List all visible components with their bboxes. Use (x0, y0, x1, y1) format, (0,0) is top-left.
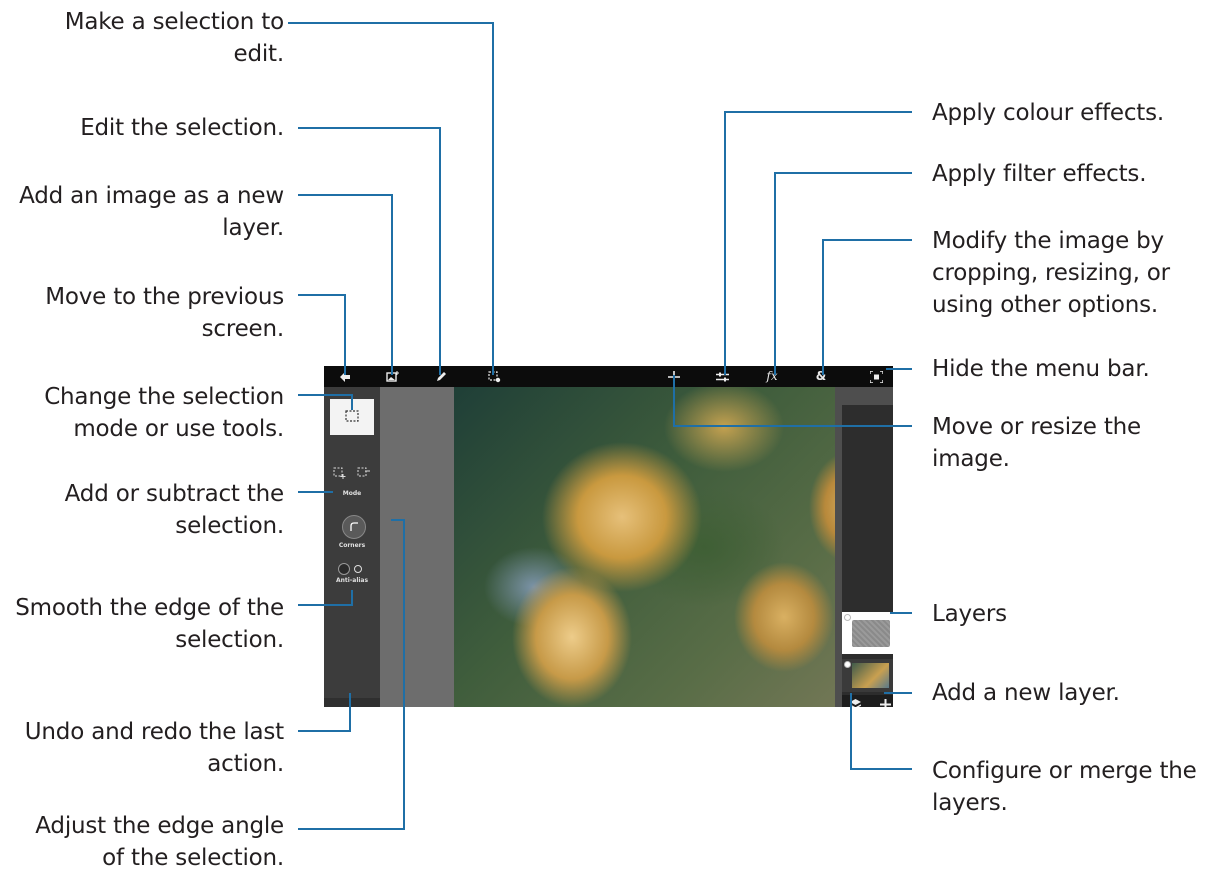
layers-panel (835, 387, 893, 707)
subtract-selection-icon[interactable] (356, 467, 372, 482)
add-selection-icon[interactable] (332, 467, 348, 482)
callout-filter-effects: Apply filter effects. (932, 161, 1147, 187)
leader-move-previous (298, 294, 346, 375)
fx-icon[interactable]: fx (764, 366, 780, 387)
photo-editor-screen: fx & Mode Corners Anti-alias (324, 366, 893, 707)
selection-mode-button[interactable] (330, 399, 374, 435)
callout-undo-redo: Undo and redo the last action. (24, 719, 284, 777)
leader-modify-image (822, 239, 912, 375)
leader-colour-effects (724, 111, 912, 375)
leader-add-image (298, 194, 393, 375)
fullscreen-icon[interactable] (868, 366, 884, 387)
layer-thumbnail[interactable] (842, 659, 893, 692)
callout-add-image: Add an image as a new layer. (19, 183, 284, 241)
callout-change-mode: Change the selection mode or use tools. (44, 384, 284, 442)
callout-move-resize: Move or resize the image. (932, 414, 1141, 472)
callout-add-subtract: Add or subtract the selection. (64, 481, 285, 539)
callout-layers: Layers (932, 601, 1007, 627)
layer-actions-bar (842, 695, 893, 707)
sliders-icon[interactable] (715, 366, 729, 387)
canvas-area (380, 387, 890, 707)
callout-add-layer: Add a new layer. (932, 680, 1120, 706)
selection-tools-panel: Mode Corners Anti-alias (324, 387, 380, 707)
selection-settings-icon[interactable] (486, 366, 502, 387)
corners-button[interactable] (342, 515, 366, 539)
photo-canvas[interactable] (454, 387, 890, 707)
pencil-icon[interactable] (433, 366, 449, 387)
mode-label: Mode (342, 490, 362, 497)
callout-configure-layers: Configure or merge the layers. (932, 758, 1197, 816)
layers-menu-icon[interactable] (848, 695, 862, 707)
callout-modify-image: Modify the image by cropping, resizing, … (932, 228, 1170, 318)
callout-make-selection: Make a selection to edit. (64, 9, 284, 67)
leader-filter-effects (774, 172, 912, 375)
leader-make-selection (288, 22, 494, 375)
anti-alias-toggle[interactable] (338, 563, 366, 575)
add-image-icon[interactable] (384, 366, 400, 387)
callout-move-previous: Move to the previous screen. (45, 284, 284, 342)
anti-alias-label: Anti-alias (335, 577, 369, 584)
corners-label: Corners (338, 542, 366, 549)
add-layer-icon[interactable] (878, 695, 892, 707)
layer-thumbnail-selected[interactable] (842, 612, 893, 654)
back-arrow-icon[interactable] (338, 366, 352, 387)
leader-edit-selection (298, 127, 441, 375)
undo-redo-bar (324, 698, 380, 707)
callout-hide-menu: Hide the menu bar. (932, 356, 1150, 382)
callout-colour-effects: Apply colour effects. (932, 100, 1165, 126)
callout-adjust-angle: Adjust the edge angle of the selection. (35, 813, 284, 871)
ampersand-icon[interactable]: & (814, 366, 828, 387)
callout-smooth-edge: Smooth the edge of the selection. (15, 595, 284, 653)
callout-edit-selection: Edit the selection. (80, 115, 284, 141)
move-icon[interactable] (667, 366, 681, 387)
top-menu-bar: fx & (324, 366, 893, 387)
